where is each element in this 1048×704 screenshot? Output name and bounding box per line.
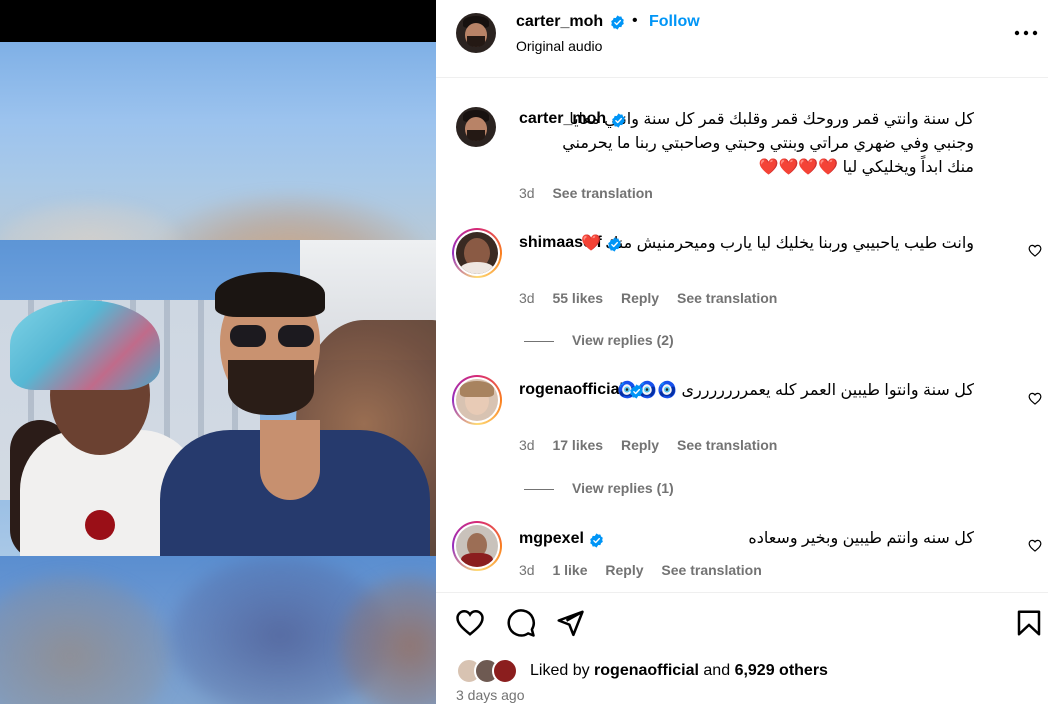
- view-replies-label: View replies (2): [572, 332, 674, 348]
- comment-reply-button[interactable]: Reply: [621, 290, 659, 306]
- verified-icon: [612, 113, 625, 128]
- more-icon[interactable]: [1014, 26, 1038, 40]
- photo-man: [160, 272, 430, 556]
- verified-icon: [611, 15, 624, 30]
- comment-meta: 3d 55 likes Reply See translation: [519, 290, 791, 306]
- comment-meta: 3d 17 likes Reply See translation: [519, 437, 791, 453]
- commenter-avatar[interactable]: [452, 228, 502, 278]
- bookmark-icon[interactable]: [1014, 608, 1044, 638]
- comment-icon[interactable]: [506, 608, 536, 638]
- post-actions: [436, 592, 1048, 652]
- post-header: carter_moh • Follow Original audio: [436, 0, 1048, 78]
- caption-see-translation[interactable]: See translation: [552, 185, 652, 201]
- heart-icon[interactable]: [1028, 244, 1042, 257]
- view-replies-button[interactable]: View replies (1): [524, 480, 674, 496]
- like-heart-icon[interactable]: [455, 608, 485, 638]
- comment-see-translation[interactable]: See translation: [677, 437, 777, 453]
- comment-likes[interactable]: 17 likes: [552, 437, 603, 453]
- heart-icon[interactable]: [1028, 392, 1042, 405]
- liked-by-and: and: [703, 662, 731, 679]
- commenter-avatar[interactable]: [452, 375, 502, 425]
- comment-reply-button[interactable]: Reply: [621, 437, 659, 453]
- author-avatar[interactable]: [456, 13, 496, 53]
- media-blur-top: [0, 42, 436, 240]
- post-view: carter_moh • Follow Original audio carte…: [0, 0, 1048, 704]
- comment-meta: 3d 1 like Reply See translation: [519, 562, 776, 578]
- comment-see-translation[interactable]: See translation: [661, 562, 761, 578]
- header-separator: •: [632, 12, 638, 29]
- share-icon[interactable]: [555, 608, 585, 638]
- liked-by-text: Liked by rogenaofficial and 6,929 others: [530, 662, 828, 680]
- comment-see-translation[interactable]: See translation: [677, 290, 777, 306]
- liked-by-bar[interactable]: Liked by rogenaofficial and 6,929 others: [456, 657, 828, 685]
- post-panel: carter_moh • Follow Original audio carte…: [436, 0, 1048, 704]
- comment-text: كل سنه وانتم طيبين وبخير وسعاده: [748, 530, 974, 547]
- comment-likes[interactable]: 1 like: [552, 562, 587, 578]
- comment-time: 3d: [519, 290, 535, 306]
- comment-time: 3d: [519, 562, 535, 578]
- liked-by-user[interactable]: rogenaofficial: [594, 662, 699, 679]
- verified-icon: [608, 237, 621, 252]
- comment-time: 3d: [519, 437, 535, 453]
- media-blur-bottom: [0, 556, 436, 704]
- comment-likes[interactable]: 55 likes: [552, 290, 603, 306]
- post-photo: [0, 240, 436, 556]
- post-media[interactable]: [0, 0, 436, 704]
- liker-avatar: [492, 658, 518, 684]
- caption-time: 3d: [519, 185, 535, 201]
- media-top-band: [0, 0, 436, 42]
- comment-reply-button[interactable]: Reply: [605, 562, 643, 578]
- view-replies-button[interactable]: View replies (2): [524, 332, 674, 348]
- liked-by-others[interactable]: 6,929 others: [735, 662, 828, 679]
- caption-meta: 3d See translation: [519, 185, 667, 201]
- verified-icon: [630, 384, 643, 399]
- commenter-avatar[interactable]: [452, 521, 502, 571]
- follow-button[interactable]: Follow: [649, 13, 700, 31]
- audio-label[interactable]: Original audio: [516, 38, 602, 54]
- liked-by-prefix: Liked by: [530, 662, 590, 679]
- view-replies-label: View replies (1): [572, 480, 674, 496]
- heart-icon[interactable]: [1028, 539, 1042, 552]
- caption-avatar[interactable]: [456, 107, 496, 147]
- caption-text: كل سنة وانتي قمر وروحك قمر وقلبك قمر كل …: [562, 111, 974, 176]
- comment-text: كل سنة وانتوا طيبين العمر كله يعمررررررر…: [617, 382, 974, 399]
- post-timestamp[interactable]: 3 days ago: [456, 687, 525, 703]
- author-username[interactable]: carter_moh: [516, 13, 603, 31]
- verified-icon: [590, 533, 603, 548]
